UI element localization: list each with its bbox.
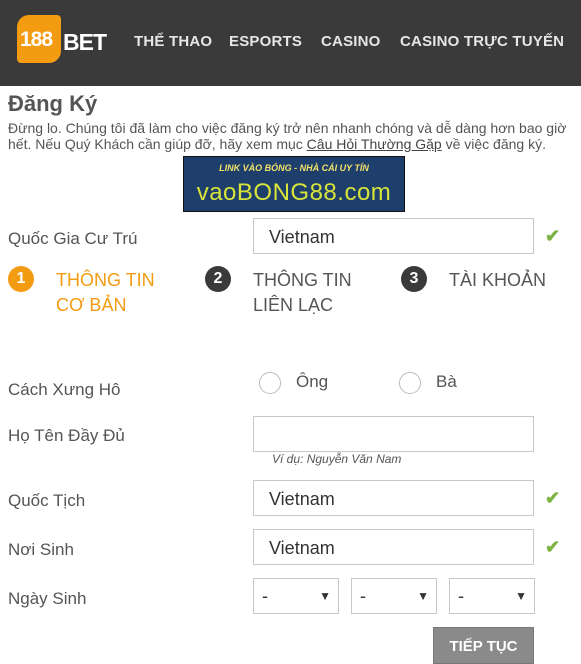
chevron-down-icon: ▼	[319, 589, 331, 603]
nationality-select[interactable]: Vietnam	[253, 480, 534, 516]
logo-text: BET	[63, 28, 107, 55]
birth-year-value: -	[458, 586, 464, 606]
intro-text: Đừng lo. Chúng tôi đã làm cho việc đăng …	[8, 120, 580, 152]
birth-year-select[interactable]: - ▼	[449, 578, 535, 614]
step-number: 3	[401, 266, 427, 292]
chevron-down-icon: ▼	[417, 589, 429, 603]
chevron-down-icon: ▼	[515, 589, 527, 603]
promo-banner[interactable]: LINK VÀO BÓNG - NHÀ CÁI UY TÍN vaoBONG88…	[183, 156, 405, 212]
birth-month-select[interactable]: - ▼	[351, 578, 437, 614]
fullname-input[interactable]	[253, 416, 534, 452]
logo-badge: 188	[17, 15, 61, 63]
fullname-hint: Ví dụ: Nguyễn Văn Nam	[272, 452, 402, 466]
birthdate-label: Ngày Sinh	[8, 589, 87, 608]
step-number: 1	[8, 266, 34, 292]
salutation-mr-radio[interactable]	[259, 372, 281, 394]
top-bar: 188 BET THỂ THAO ESPORTS CASINO CASINO T…	[0, 0, 581, 86]
faq-link[interactable]: Câu Hỏi Thường Gặp	[307, 136, 442, 152]
nav-casino-truc-tuyen[interactable]: CASINO TRỰC TUYẾN	[400, 33, 564, 50]
logo[interactable]: 188 BET	[17, 15, 107, 63]
nav-the-thao[interactable]: THỂ THAO	[134, 33, 212, 50]
salutation-mrs-radio[interactable]	[399, 372, 421, 394]
logo-badge-text: 188	[20, 28, 53, 51]
residence-select[interactable]: Vietnam	[253, 218, 534, 254]
page-title: Đăng Ký	[8, 91, 98, 116]
step-label: THÔNG TIN LIÊN LẠC	[253, 270, 352, 315]
birth-day-value: -	[262, 586, 268, 606]
nationality-check-icon: ✔	[545, 488, 561, 508]
banner-domain: vaoBONG88.com	[196, 179, 392, 206]
banner-tagline: LINK VÀO BÓNG - NHÀ CÁI UY TÍN	[219, 163, 369, 173]
salutation-label: Cách Xưng Hô	[8, 380, 121, 399]
birth-day-select[interactable]: - ▼	[253, 578, 339, 614]
birthplace-label: Nơi Sinh	[8, 540, 74, 559]
salutation-mrs-label[interactable]: Bà	[436, 372, 457, 392]
next-button[interactable]: TIẾP TỤC	[433, 627, 534, 664]
residence-label: Quốc Gia Cư Trú	[8, 229, 138, 248]
step-number: 2	[205, 266, 231, 292]
step-label: THÔNG TIN CƠ BẢN	[56, 270, 155, 315]
residence-check-icon: ✔	[545, 226, 561, 246]
nav-casino[interactable]: CASINO	[321, 33, 381, 50]
step-label: TÀI KHOẢN	[449, 270, 547, 290]
nav-esports[interactable]: ESPORTS	[229, 33, 302, 50]
birthplace-select[interactable]: Vietnam	[253, 529, 534, 565]
birth-month-value: -	[360, 586, 366, 606]
fullname-label: Họ Tên Đầy Đủ	[8, 426, 125, 445]
birthplace-check-icon: ✔	[545, 537, 561, 557]
nationality-label: Quốc Tịch	[8, 491, 86, 510]
intro-tail: về việc đăng ký.	[441, 136, 546, 152]
salutation-mr-label[interactable]: Ông	[296, 372, 328, 392]
